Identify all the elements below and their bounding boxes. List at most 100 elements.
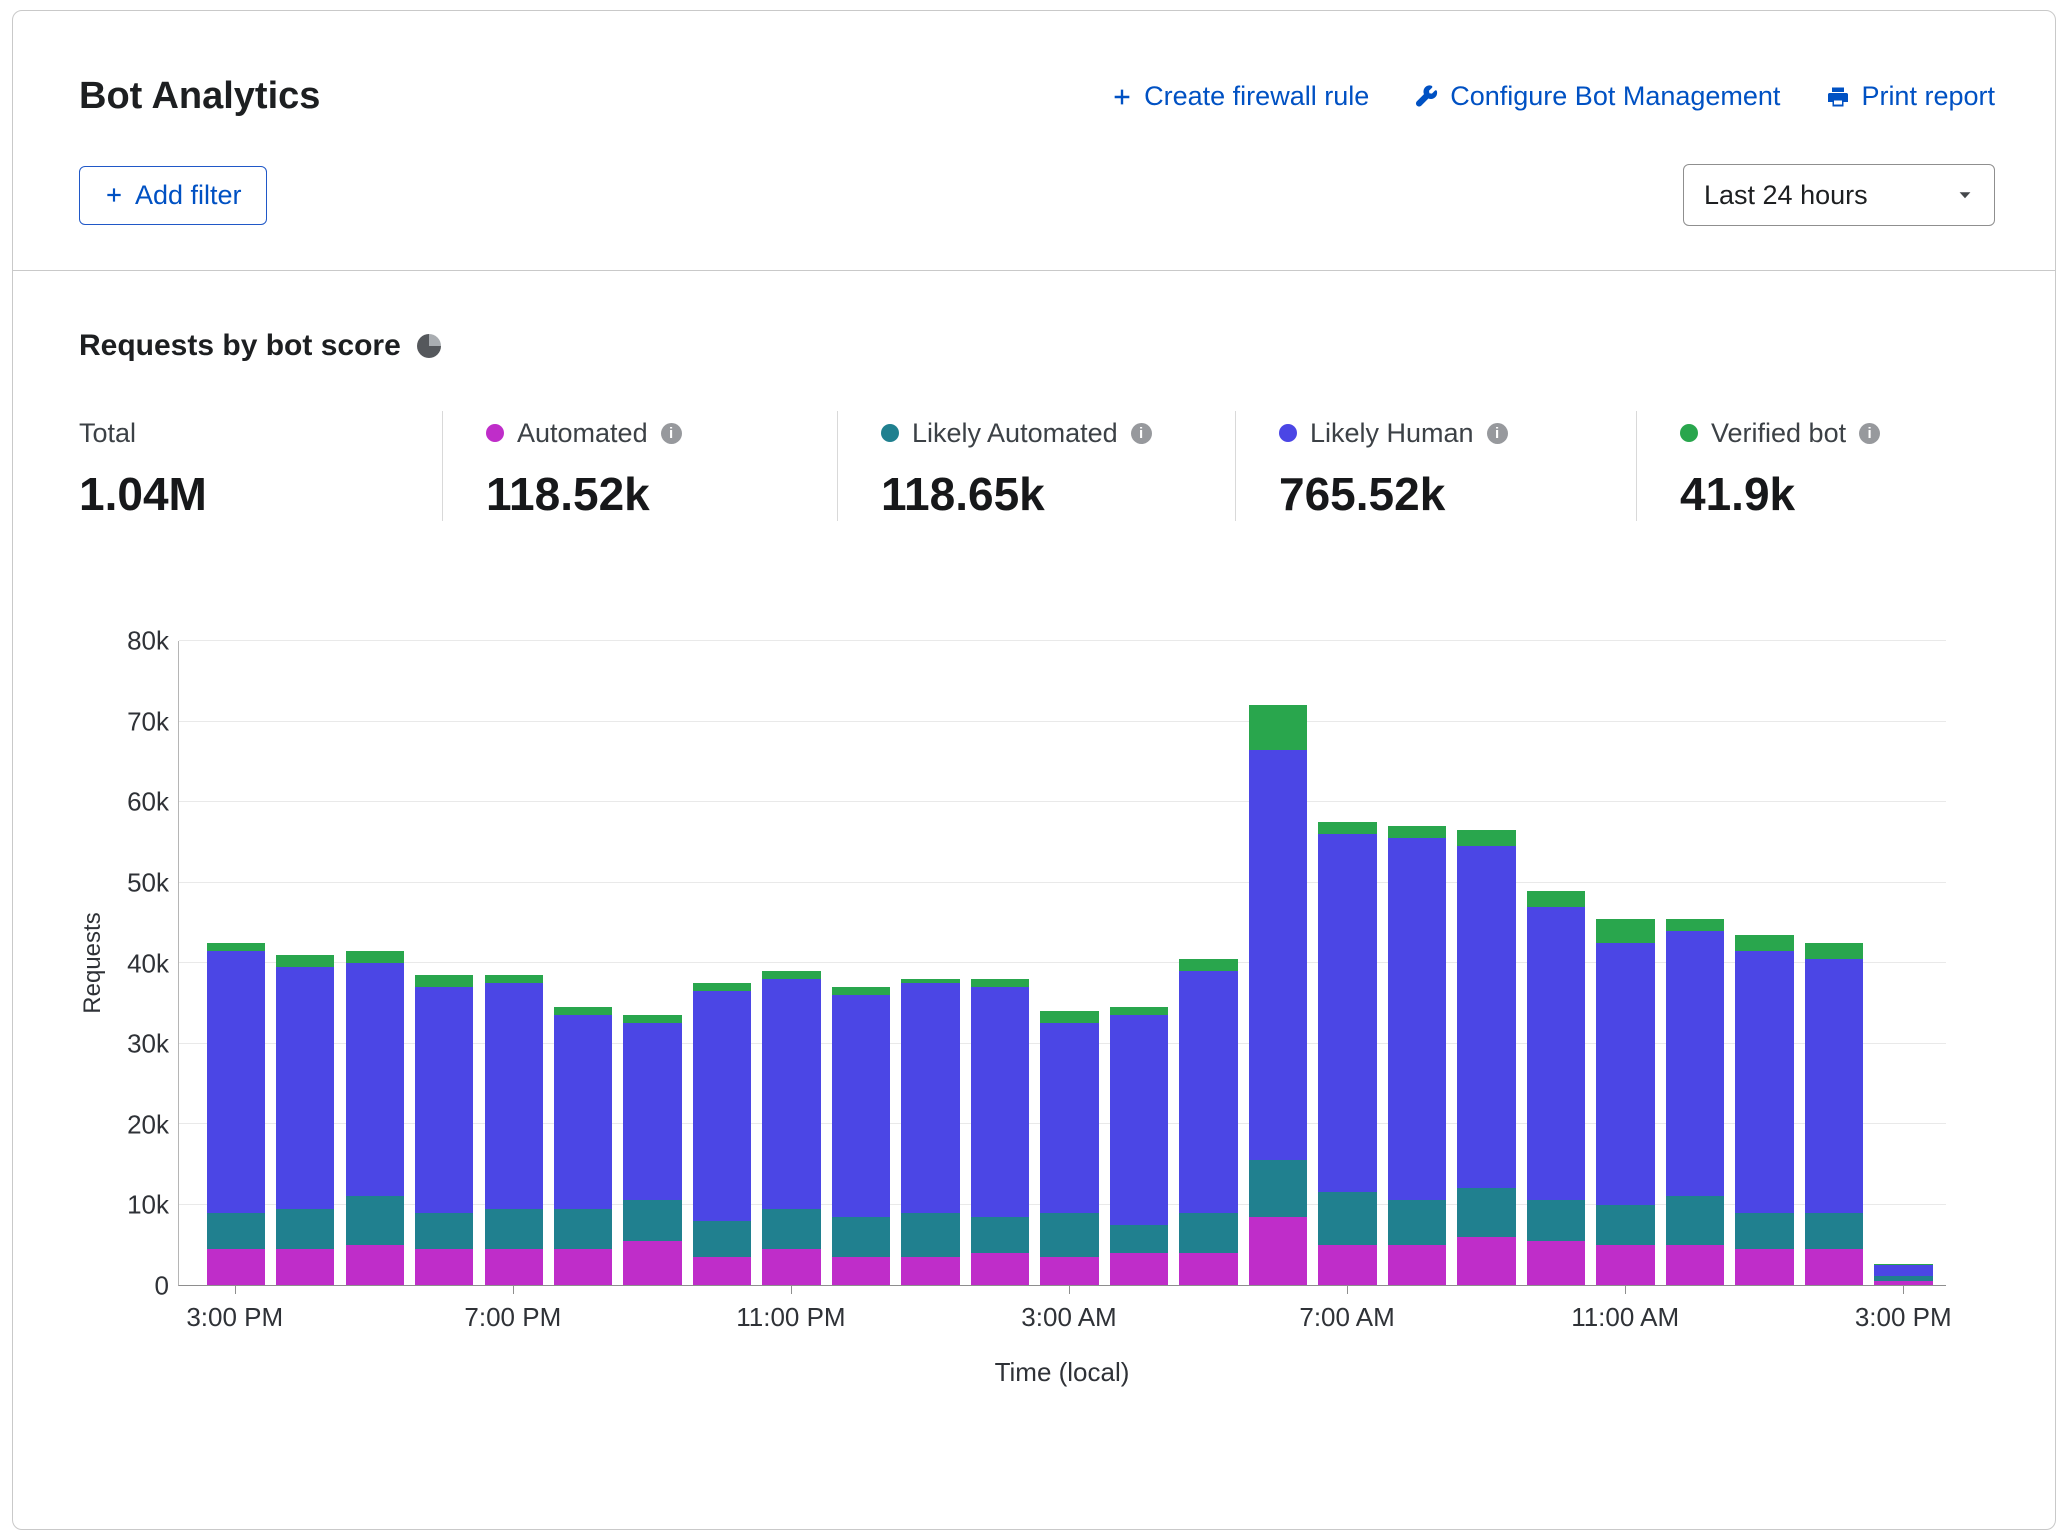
bar-segment: [346, 1245, 404, 1285]
bar-slot-7[interactable]: [687, 641, 756, 1285]
x-tick-mark: [235, 1286, 236, 1294]
bar-segment: [1666, 1245, 1724, 1285]
y-tick-label: 80k: [127, 626, 169, 657]
bar-slot-22[interactable]: [1730, 641, 1799, 1285]
bar-slot-21[interactable]: [1660, 641, 1729, 1285]
bar-segment: [207, 1249, 265, 1285]
bar-slot-16[interactable]: [1313, 641, 1382, 1285]
bar-slot-6[interactable]: [618, 641, 687, 1285]
bar-segment: [623, 1241, 681, 1285]
bar-segment: [1457, 1188, 1515, 1236]
x-tick-label: 7:00 PM: [464, 1302, 561, 1333]
bar-segment: [1249, 1217, 1307, 1285]
bar-segment: [1874, 1281, 1932, 1285]
y-tick-label: 40k: [127, 948, 169, 979]
info-icon[interactable]: i: [1131, 423, 1152, 444]
bar-segment: [1805, 1249, 1863, 1285]
y-tick-label: 20k: [127, 1109, 169, 1140]
bar-segment: [1040, 1257, 1098, 1285]
stat-verified-bot-label: Verified bot: [1711, 418, 1846, 449]
bar-segment: [346, 963, 404, 1196]
bar-slot-23[interactable]: [1799, 641, 1868, 1285]
likely-automated-legend-dot: [881, 424, 899, 442]
bar-slot-11[interactable]: [965, 641, 1034, 1285]
y-tick-label: 60k: [127, 787, 169, 818]
bar-segment: [1318, 834, 1376, 1192]
print-report-link[interactable]: Print report: [1826, 81, 1995, 112]
bar-segment: [1457, 830, 1515, 846]
plot-frame: [178, 641, 1946, 1286]
bar-slot-19[interactable]: [1521, 641, 1590, 1285]
bar-slot-17[interactable]: [1382, 641, 1451, 1285]
bar-segment: [276, 967, 334, 1209]
bar-segment: [1457, 1237, 1515, 1285]
stacked-bar: [1457, 641, 1515, 1285]
y-tick-label: 50k: [127, 867, 169, 898]
bar-segment: [1040, 1023, 1098, 1212]
plot-area: [201, 641, 1938, 1285]
bar-segment: [207, 943, 265, 951]
bar-segment: [1527, 1200, 1585, 1240]
bar-slot-10[interactable]: [896, 641, 965, 1285]
y-axis-ticks: 010k20k30k40k50k60k70k80k: [13, 641, 171, 1286]
bar-slot-18[interactable]: [1452, 641, 1521, 1285]
x-axis-label: Time (local): [995, 1357, 1130, 1388]
time-range-select[interactable]: Last 24 hours: [1683, 164, 1995, 226]
bar-slot-15[interactable]: [1243, 641, 1312, 1285]
bar-slot-4[interactable]: [479, 641, 548, 1285]
add-filter-label: Add filter: [135, 180, 242, 211]
bar-segment: [1596, 943, 1654, 1205]
bar-segment: [346, 951, 404, 963]
bar-segment: [971, 1253, 1029, 1285]
bar-slot-14[interactable]: [1174, 641, 1243, 1285]
bar-segment: [762, 1249, 820, 1285]
add-filter-button[interactable]: Add filter: [79, 166, 267, 225]
bar-slot-9[interactable]: [826, 641, 895, 1285]
bar-segment: [971, 979, 1029, 987]
bar-slot-24[interactable]: [1869, 641, 1938, 1285]
stacked-bar: [1596, 641, 1654, 1285]
bar-slot-13[interactable]: [1104, 641, 1173, 1285]
info-icon[interactable]: i: [661, 423, 682, 444]
stacked-bar: [1040, 641, 1098, 1285]
bar-slot-5[interactable]: [548, 641, 617, 1285]
bar-segment: [971, 1217, 1029, 1253]
bar-segment: [1110, 1007, 1168, 1015]
bar-segment: [1527, 907, 1585, 1201]
info-icon[interactable]: i: [1859, 423, 1880, 444]
bar-segment: [1179, 1253, 1237, 1285]
bar-slot-8[interactable]: [757, 641, 826, 1285]
bar-slot-0[interactable]: [201, 641, 270, 1285]
stacked-bar: [1735, 641, 1793, 1285]
stat-automated-value: 118.52k: [486, 467, 837, 521]
info-icon[interactable]: i: [1487, 423, 1508, 444]
bar-segment: [1666, 931, 1724, 1197]
bar-segment: [207, 951, 265, 1213]
stacked-bar: [1388, 641, 1446, 1285]
bar-slot-2[interactable]: [340, 641, 409, 1285]
bar-segment: [832, 1257, 890, 1285]
bar-segment: [1527, 1241, 1585, 1285]
stats-row: Total 1.04M Automated i 118.52k Likely A…: [13, 411, 2055, 521]
bar-segment: [554, 1209, 612, 1249]
bar-segment: [1040, 1011, 1098, 1023]
create-firewall-rule-link[interactable]: Create firewall rule: [1111, 81, 1369, 112]
bar-segment: [276, 1209, 334, 1249]
bar-segment: [1040, 1213, 1098, 1257]
bar-segment: [1527, 891, 1585, 907]
stat-likely-automated-label: Likely Automated: [912, 418, 1118, 449]
bar-slot-20[interactable]: [1591, 641, 1660, 1285]
x-tick-label: 3:00 PM: [1855, 1302, 1952, 1333]
stacked-bar: [415, 641, 473, 1285]
bar-slot-1[interactable]: [270, 641, 339, 1285]
bar-segment: [1596, 1245, 1654, 1285]
stacked-bar: [485, 641, 543, 1285]
stacked-bar: [901, 641, 959, 1285]
y-tick-label: 0: [155, 1271, 169, 1302]
configure-bot-management-link[interactable]: Configure Bot Management: [1415, 81, 1780, 112]
stat-automated: Automated i 118.52k: [442, 411, 837, 521]
verified-bot-legend-dot: [1680, 424, 1698, 442]
bar-segment: [623, 1200, 681, 1240]
bar-slot-12[interactable]: [1035, 641, 1104, 1285]
bar-slot-3[interactable]: [409, 641, 478, 1285]
